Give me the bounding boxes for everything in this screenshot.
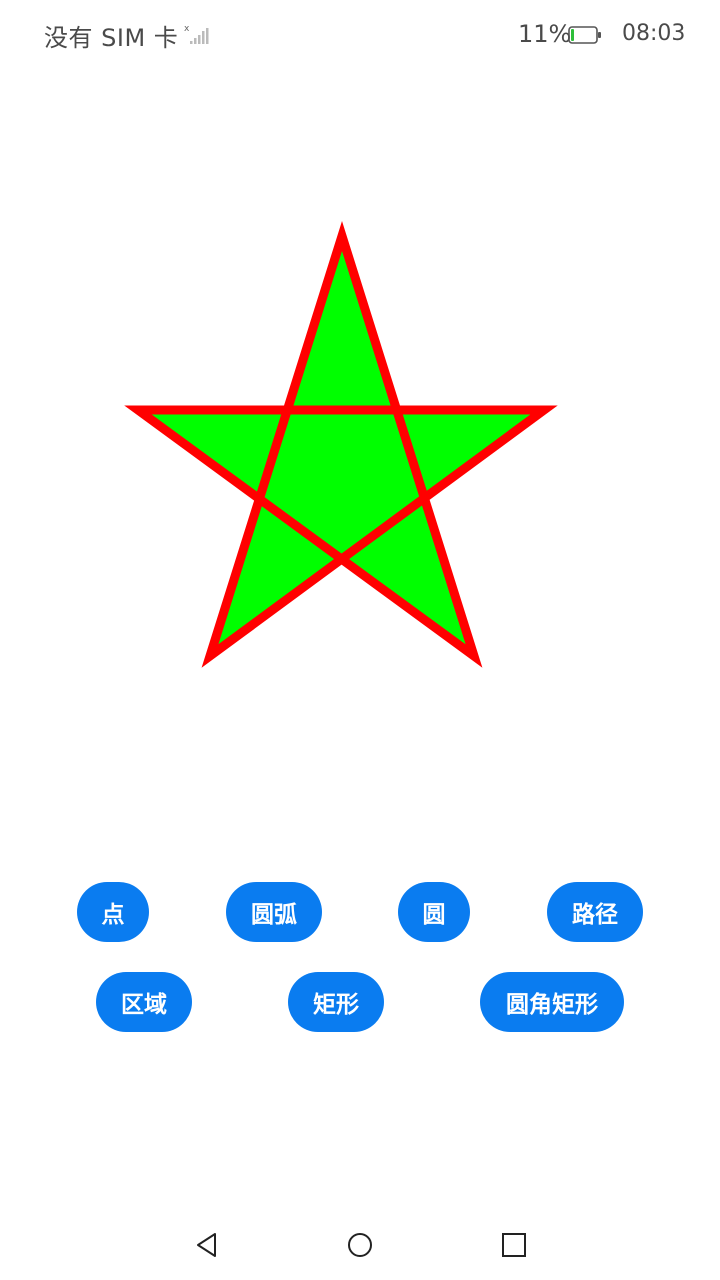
- rect-button[interactable]: 矩形: [288, 972, 384, 1032]
- drawing-canvas: [0, 200, 720, 700]
- navigation-bar: [0, 1210, 720, 1280]
- star-shape: [124, 220, 558, 668]
- recents-icon[interactable]: [499, 1230, 529, 1260]
- carrier-label: 没有 SIM 卡: [44, 24, 179, 52]
- home-icon[interactable]: [345, 1230, 375, 1260]
- region-button[interactable]: 区域: [96, 972, 192, 1032]
- back-icon[interactable]: [192, 1230, 222, 1260]
- path-button[interactable]: 路径: [547, 882, 643, 942]
- signal-icon: x: [184, 24, 209, 44]
- battery-icon: [568, 26, 601, 44]
- round-rect-button[interactable]: 圆角矩形: [480, 972, 624, 1032]
- point-button[interactable]: 点: [77, 882, 149, 942]
- status-bar: 没有 SIM 卡 x 11% 08:03: [0, 0, 720, 70]
- battery-percent: 11%: [518, 20, 572, 48]
- clock: 08:03: [622, 21, 686, 46]
- arc-button[interactable]: 圆弧: [226, 882, 322, 942]
- svg-text:x: x: [184, 24, 190, 34]
- circle-button[interactable]: 圆: [398, 882, 470, 942]
